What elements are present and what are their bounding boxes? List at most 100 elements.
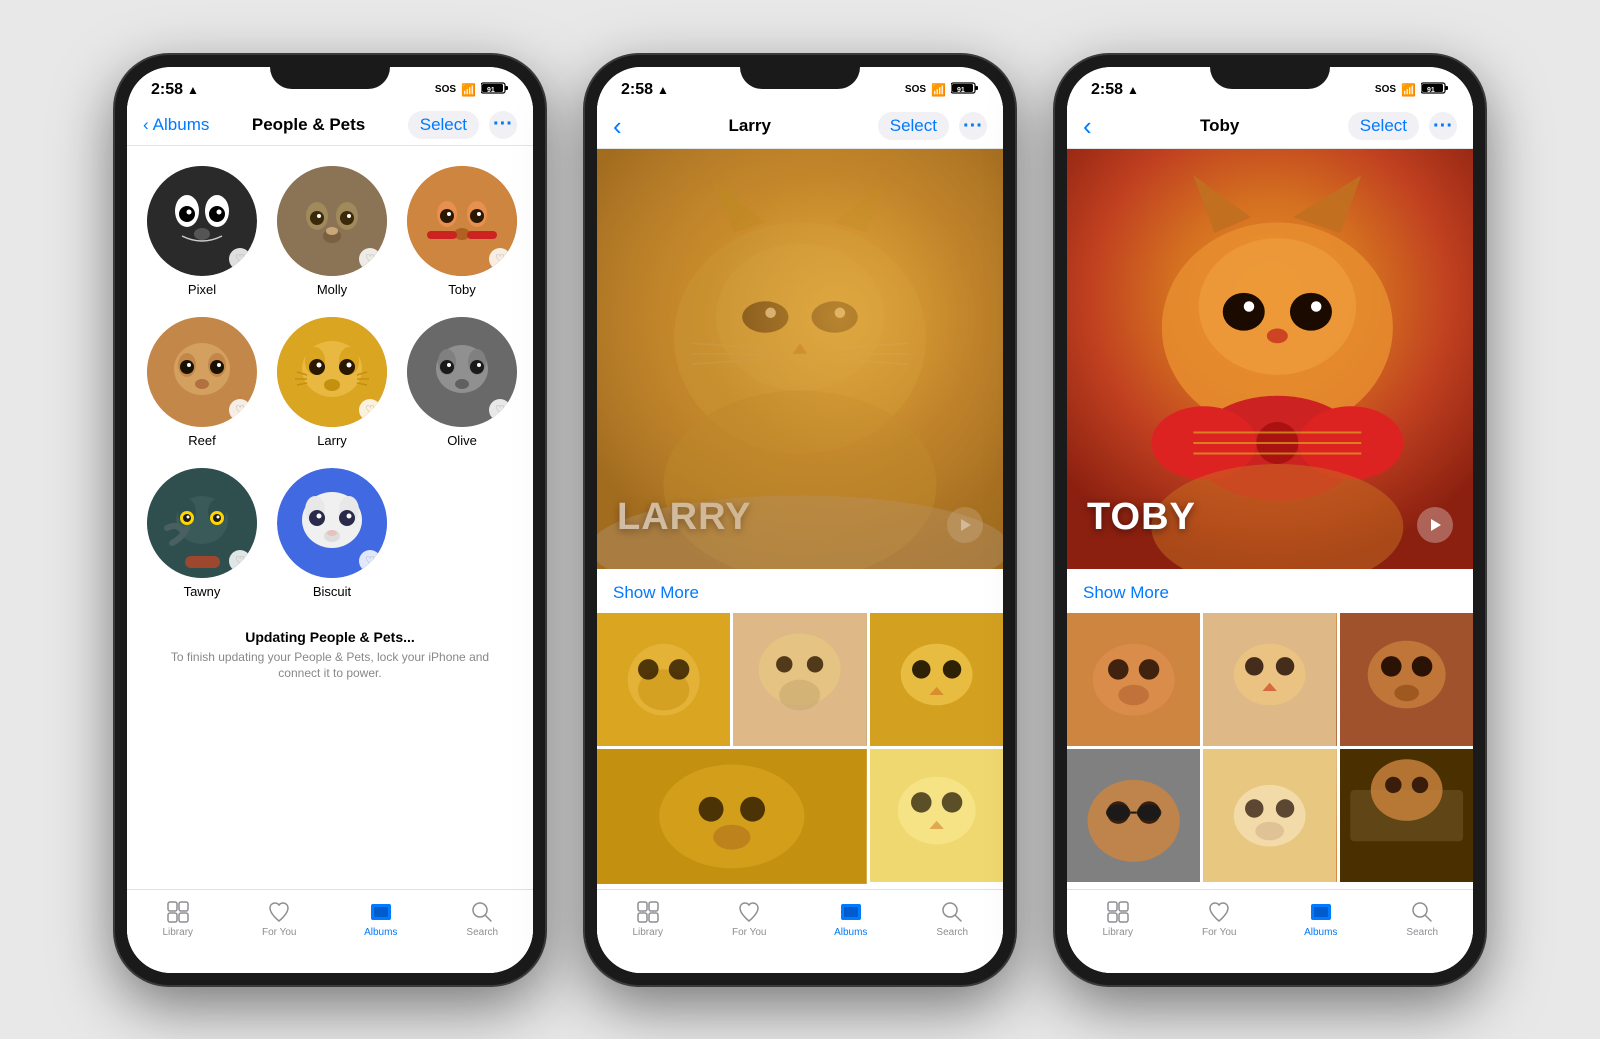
albums-icon-3: [1309, 900, 1333, 924]
avatar-tawny: ♡: [147, 468, 257, 578]
tab-albums-2[interactable]: Albums: [821, 900, 881, 938]
person-tawny[interactable]: ♡ Tawny: [147, 468, 257, 599]
tab-library-3[interactable]: Library: [1088, 900, 1148, 938]
tab-albums-1[interactable]: Albums: [351, 900, 411, 938]
tab-albums-3[interactable]: Albums: [1291, 900, 1351, 938]
person-larry[interactable]: ♡ Larry: [277, 317, 387, 448]
name-larry: Larry: [317, 433, 347, 448]
albums-icon-1: [369, 900, 393, 924]
avatar-toby: ♡: [407, 166, 517, 276]
heart-tab-icon-2: [737, 900, 761, 924]
name-reef: Reef: [188, 433, 215, 448]
person-biscuit[interactable]: ♡ Biscuit: [277, 468, 387, 599]
select-button-2[interactable]: Select: [878, 112, 949, 140]
heart-larry: ♡: [359, 399, 381, 421]
toby-photo-5[interactable]: [1203, 749, 1336, 882]
name-olive: Olive: [447, 433, 477, 448]
toby-photo-6[interactable]: [1340, 749, 1473, 882]
sos-1: SOS: [435, 84, 456, 95]
larry-photo-3[interactable]: [870, 613, 1003, 746]
larry-hero: LARRY: [597, 149, 1003, 569]
larry-photo-2[interactable]: [733, 613, 866, 746]
more-button-3[interactable]: ···: [1429, 112, 1457, 140]
back-button-2[interactable]: ‹: [613, 111, 622, 142]
time-2: 2:58: [621, 81, 653, 99]
time-3: 2:58: [1091, 81, 1123, 99]
tab-foryou-2[interactable]: For You: [719, 900, 779, 938]
library-icon-1: [166, 900, 190, 924]
larry-photo-4[interactable]: [597, 749, 867, 884]
time-1: 2:58: [151, 81, 183, 99]
tab-label-library-2: Library: [632, 927, 663, 938]
select-button-1[interactable]: Select: [408, 111, 479, 139]
chevron-left-icon-1: ‹: [143, 115, 149, 135]
screen-1: 2:58 ▲ SOS 📶 91: [127, 67, 533, 973]
toby-photo-2[interactable]: [1203, 613, 1336, 746]
updating-subtitle: To finish updating your People & Pets, l…: [157, 649, 503, 683]
heart-molly: ♡: [359, 248, 381, 270]
person-reef[interactable]: ♡ Reef: [147, 317, 257, 448]
avatar-larry: ♡: [277, 317, 387, 427]
tab-bar-3: Library For You Albums: [1067, 889, 1473, 973]
tab-label-albums-1: Albums: [364, 927, 397, 938]
larry-photo-5[interactable]: [870, 749, 1003, 882]
more-button-2[interactable]: ···: [959, 112, 987, 140]
battery-1: 91: [481, 81, 509, 98]
avatar-reef: ♡: [147, 317, 257, 427]
toby-photo-4[interactable]: [1067, 749, 1200, 882]
person-molly[interactable]: ♡ Molly: [277, 166, 387, 297]
tab-search-2[interactable]: Search: [922, 900, 982, 938]
tab-search-3[interactable]: Search: [1392, 900, 1452, 938]
battery-3: 91: [1421, 81, 1449, 98]
screen-2: 2:58 ▲ SOS 📶 91: [597, 67, 1003, 973]
heart-toby: ♡: [489, 248, 511, 270]
updating-title: Updating People & Pets...: [157, 629, 503, 645]
toby-hero-name: TOBY: [1087, 496, 1196, 539]
show-more-larry[interactable]: Show More: [597, 569, 1003, 613]
search-icon-1: [470, 900, 494, 924]
location-icon-2: ▲: [657, 83, 669, 97]
people-grid-scroll: ♡ Pixel: [127, 146, 533, 932]
person-toby[interactable]: ♡ Toby: [407, 166, 517, 297]
location-icon-3: ▲: [1127, 83, 1139, 97]
heart-tab-icon-1: [267, 900, 291, 924]
heart-pixel: ♡: [229, 248, 251, 270]
larry-photo-1[interactable]: [597, 613, 730, 746]
tab-library-2[interactable]: Library: [618, 900, 678, 938]
toby-play-button[interactable]: [1417, 507, 1453, 543]
battery-2: 91: [951, 81, 979, 98]
name-biscuit: Biscuit: [313, 584, 351, 599]
tab-label-library-3: Library: [1102, 927, 1133, 938]
select-button-3[interactable]: Select: [1348, 112, 1419, 140]
page-title-3: Toby: [1200, 116, 1239, 136]
toby-photo-3[interactable]: [1340, 613, 1473, 746]
tab-search-1[interactable]: Search: [452, 900, 512, 938]
svg-text:91: 91: [957, 87, 965, 94]
show-more-toby[interactable]: Show More: [1067, 569, 1473, 613]
tab-foryou-1[interactable]: For You: [249, 900, 309, 938]
nav-actions-1: Select ···: [408, 111, 517, 139]
back-button-1[interactable]: ‹ Albums: [143, 115, 209, 135]
tab-label-albums-3: Albums: [1304, 927, 1337, 938]
nav-bar-2: ‹ Larry Select ···: [597, 103, 1003, 149]
tab-foryou-3[interactable]: For You: [1189, 900, 1249, 938]
toby-photo-1[interactable]: [1067, 613, 1200, 746]
search-icon-2: [940, 900, 964, 924]
person-pixel[interactable]: ♡ Pixel: [147, 166, 257, 297]
library-icon-3: [1106, 900, 1130, 924]
person-olive[interactable]: ♡ Olive: [407, 317, 517, 448]
larry-content: LARRY Show More: [597, 149, 1003, 935]
avatar-molly: ♡: [277, 166, 387, 276]
avatar-pixel: ♡: [147, 166, 257, 276]
back-button-3[interactable]: ‹: [1083, 111, 1092, 142]
larry-hero-name: LARRY: [617, 496, 751, 539]
name-toby: Toby: [448, 282, 475, 297]
tab-library-1[interactable]: Library: [148, 900, 208, 938]
toby-photo-grid: [1067, 613, 1473, 886]
more-button-1[interactable]: ···: [489, 111, 517, 139]
sos-2: SOS: [905, 84, 926, 95]
nav-actions-3: Select ···: [1348, 112, 1457, 140]
tab-label-search-2: Search: [936, 927, 968, 938]
larry-play-button[interactable]: [947, 507, 983, 543]
toby-hero: TOBY: [1067, 149, 1473, 569]
